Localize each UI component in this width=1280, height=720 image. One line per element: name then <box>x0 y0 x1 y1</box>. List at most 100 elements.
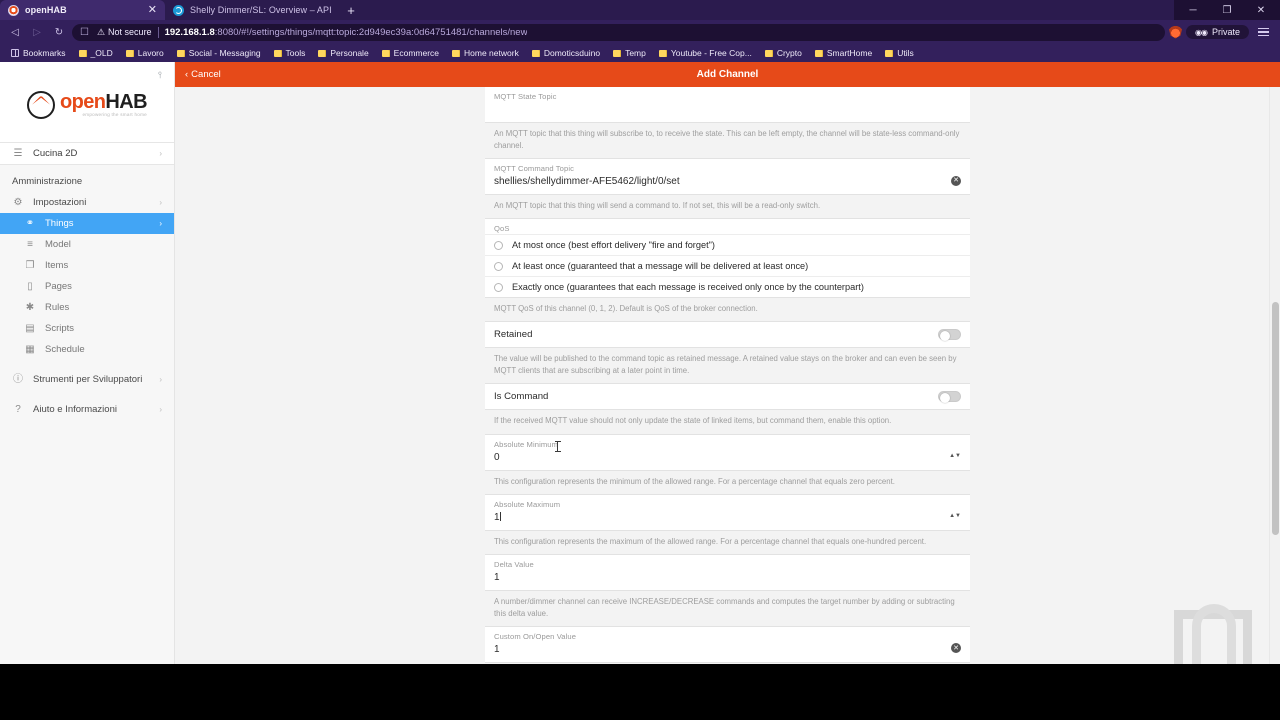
toggle-knob <box>939 330 950 341</box>
field-retained[interactable]: Retained <box>485 321 970 349</box>
radio-icon <box>494 282 503 292</box>
sidebar-item-aiuto-informazioni[interactable]: ? Aiuto e Informazioni › <box>0 399 174 420</box>
radio-icon <box>494 261 503 271</box>
forward-icon[interactable]: ▷ <box>28 23 46 41</box>
bookmark-label: Bookmarks <box>23 48 66 58</box>
tab-openhab[interactable]: openHAB ✕ <box>0 0 165 20</box>
sidebar-item-label: Pages <box>45 281 72 292</box>
bookmark-item-youtube[interactable]: Youtube - Free Cop... <box>653 47 758 59</box>
field-help-text: A number/dimmer channel can receive INCR… <box>485 590 970 626</box>
sidebar-item-items[interactable]: ❐ Items <box>0 255 174 276</box>
bookmark-item-social-messaging[interactable]: Social - Messaging <box>171 47 267 59</box>
sidebar-item-model[interactable]: ≡ Model <box>0 234 174 255</box>
back-icon[interactable]: ◁ <box>6 23 24 41</box>
cancel-button[interactable]: ‹ Cancel <box>175 69 221 80</box>
clear-icon[interactable]: ✕ <box>951 643 961 654</box>
folder-icon <box>764 49 773 57</box>
qos-option-at-least-once[interactable]: At least once (guaranteed that a message… <box>485 255 970 276</box>
absolute-minimum-input[interactable]: 0 <box>494 452 949 464</box>
cancel-label: Cancel <box>191 69 221 80</box>
window-controls: ─ ❐ ✕ <box>1174 0 1280 20</box>
bookmark-item-bookmarks[interactable]: Bookmarks <box>5 47 72 59</box>
retained-toggle[interactable] <box>938 329 961 341</box>
custom-on-open-value-input[interactable]: 1 <box>494 644 951 656</box>
field-help-text: MQTT QoS of this channel (0, 1, 2). Defa… <box>485 298 970 322</box>
sidebar-item-rules[interactable]: ✱ Rules <box>0 297 174 318</box>
chevron-right-icon: › <box>159 198 162 207</box>
sidebar-item-strumenti-sviluppatori[interactable]: ⓘ Strumenti per Sviluppatori › <box>0 369 174 390</box>
text-cursor-icon <box>554 440 561 452</box>
omnibox-divider <box>157 26 159 38</box>
field-mqtt-state-topic[interactable]: MQTT State Topic <box>485 87 970 123</box>
mqtt-command-topic-input[interactable]: shellies/shellydimmer-AFE5462/light/0/se… <box>494 176 951 188</box>
bookmark-item-personale[interactable]: Personale <box>312 47 374 59</box>
logo-tagline: empowering the smart home <box>82 112 147 118</box>
bookmark-item-lavoro[interactable]: Lavoro <box>120 47 170 59</box>
absolute-maximum-input[interactable]: 1 <box>494 511 949 524</box>
field-label: Absolute Minimum <box>494 439 559 449</box>
number-stepper[interactable]: ▲▼ <box>949 513 961 519</box>
address-bar[interactable]: ☐ ⚠ Not secure 192.168.1.8:8080/#!/setti… <box>72 23 1166 41</box>
field-is-command[interactable]: Is Command <box>485 383 970 411</box>
page-title: Add Channel <box>696 69 759 80</box>
sidebar-item-impostazioni[interactable]: ⚙ Impostazioni › <box>0 192 174 213</box>
scrollbar-thumb[interactable] <box>1272 302 1279 535</box>
sidebar-item-pages[interactable]: ▯ Pages <box>0 276 174 297</box>
folder-icon <box>885 49 894 57</box>
field-mqtt-command-topic[interactable]: MQTT Command Topic shellies/shellydimmer… <box>485 158 970 196</box>
sidebar-item-schedule[interactable]: ▦ Schedule <box>0 339 174 360</box>
number-stepper[interactable]: ▲▼ <box>949 453 961 459</box>
bookmark-item-crypto[interactable]: Crypto <box>759 47 808 59</box>
screen-bottom-bar <box>0 664 1280 720</box>
new-tab-button[interactable]: + <box>340 0 362 20</box>
qos-option-exactly-once[interactable]: Exactly once (guarantees that each messa… <box>485 276 970 297</box>
bookmark-page-icon[interactable]: ☐ <box>80 27 89 38</box>
pin-sidebar-icon[interactable]: ⫯ <box>158 71 162 80</box>
folder-icon <box>381 49 390 57</box>
field-delta-value[interactable]: Delta Value 1 <box>485 553 970 591</box>
close-window-button[interactable]: ✕ <box>1244 0 1278 20</box>
bookmark-item-old[interactable]: _OLD <box>73 47 119 59</box>
bookmark-label: Lavoro <box>137 48 164 58</box>
clear-icon[interactable]: ✕ <box>951 175 961 186</box>
maximize-button[interactable]: ❐ <box>1210 0 1244 20</box>
field-help-text: If the received MQTT value should not on… <box>485 410 970 434</box>
bookmark-item-temp[interactable]: Temp <box>607 47 652 59</box>
bookmark-label: Utils <box>897 48 914 58</box>
bookmark-item-smarthome[interactable]: SmartHome <box>809 47 878 59</box>
is-command-toggle[interactable] <box>938 391 961 403</box>
private-mode-badge[interactable]: ◉◉ Private <box>1186 25 1249 39</box>
qos-option-at-most-once[interactable]: At most once (best effort delivery "fire… <box>485 234 970 255</box>
mqtt-state-topic-input[interactable] <box>494 104 961 116</box>
pages-screen-icon: ▯ <box>27 280 33 292</box>
sidebar-item-cucina-2d[interactable]: ☰ Cucina 2D › <box>0 143 174 164</box>
field-absolute-minimum[interactable]: Absolute Minimum 0 ▲▼ <box>485 433 970 471</box>
field-absolute-maximum[interactable]: Absolute Maximum 1 ▲▼ <box>485 493 970 531</box>
sidebar-item-label: Impostazioni <box>33 197 87 208</box>
form-scroll-area[interactable]: MQTT State Topic An MQTT topic that this… <box>175 87 1280 664</box>
bookmark-item-utils[interactable]: Utils <box>879 47 920 59</box>
layers-icon: ☰ <box>13 147 23 159</box>
logo-open: open <box>60 91 106 114</box>
security-indicator[interactable]: ⚠ Not secure <box>97 27 152 37</box>
page-viewport: ⫯ openHAB empowering the smart home ☰ Cu… <box>0 62 1280 664</box>
browser-menu-icon[interactable] <box>1253 27 1274 37</box>
field-custom-on-open-value[interactable]: Custom On/Open Value 1 ✕ <box>485 625 970 663</box>
minimize-button[interactable]: ─ <box>1176 0 1210 20</box>
bookmark-item-tools[interactable]: Tools <box>268 47 312 59</box>
tab-close-icon[interactable]: ✕ <box>148 4 157 16</box>
field-help-text: A number (like 1, 10) or a string (like … <box>485 662 970 664</box>
tab-shelly-dimmer[interactable]: Shelly Dimmer/SL: Overview – API Ref <box>165 0 340 20</box>
bookmark-item-domoticsduino[interactable]: Domoticsduino <box>526 47 606 59</box>
sidebar-item-scripts[interactable]: ▤ Scripts <box>0 318 174 339</box>
bookmark-item-home-network[interactable]: Home network <box>446 47 525 59</box>
delta-value-input[interactable]: 1 <box>494 572 961 584</box>
qos-option-label: At least once (guaranteed that a message… <box>512 261 809 272</box>
sidebar-item-label: Model <box>45 239 71 250</box>
sidebar-item-things[interactable]: ⚭ Things › <box>0 213 174 234</box>
reload-icon[interactable]: ↻ <box>50 23 68 41</box>
bookmark-item-ecommerce[interactable]: Ecommerce <box>376 47 445 59</box>
brave-lion-icon[interactable] <box>1169 25 1183 39</box>
items-copy-icon: ❐ <box>25 259 35 271</box>
vertical-scrollbar[interactable] <box>1269 87 1280 664</box>
